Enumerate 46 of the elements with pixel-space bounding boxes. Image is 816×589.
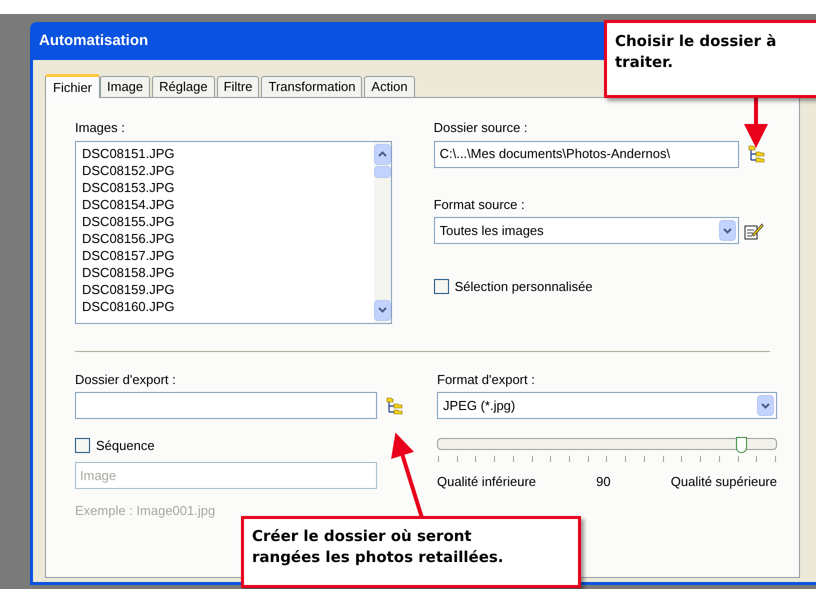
example-text: Exemple : Image001.jpg — [75, 502, 216, 520]
list-item[interactable]: DSC08159.JPG — [82, 280, 374, 298]
checkbox-label: Sélection personnalisée — [454, 278, 593, 296]
callout-text: Créer le dossier où seront rangées les photos retaillées. — [252, 526, 505, 568]
tab[interactable]: Réglage — [152, 76, 215, 97]
tab[interactable]: Action — [364, 76, 415, 97]
list-item[interactable]: DSC08158.JPG — [82, 264, 374, 280]
image-list[interactable]: DSC08151.JPG DSC08152.JPG DSC08153.JPG DSC08154.JPG DSC08155.JPG DSC08156.JPG DSC08157.JPG DSC08158.JPG DSC08159.JPG DSC08160.JPG — [75, 140, 392, 324]
folder-tree-icon[interactable] — [748, 145, 766, 163]
tab[interactable]: Transformation — [261, 76, 362, 97]
source-folder-field[interactable]: C:\...\Mes documents\Photos-Andernos\ — [434, 140, 739, 168]
slider-thumb[interactable] — [736, 437, 748, 453]
tab[interactable]: Fichier — [45, 74, 100, 98]
checkbox[interactable] — [75, 438, 90, 454]
export-folder-field[interactable] — [75, 392, 377, 419]
callout-text: Choisir le dossier à traiter. — [615, 31, 778, 73]
window-title: Automatisation — [39, 30, 148, 51]
list-item[interactable]: DSC08152.JPG — [82, 162, 374, 178]
list-item[interactable]: DSC08156.JPG — [82, 230, 374, 246]
scroll-up-icon[interactable] — [374, 144, 391, 164]
list-item[interactable]: DSC08154.JPG — [82, 196, 374, 212]
tab[interactable]: Filtre — [216, 76, 260, 97]
list-item[interactable]: DSC08153.JPG — [82, 178, 374, 196]
list-item[interactable]: DSC08151.JPG — [82, 144, 374, 162]
export-format-dropdown[interactable]: JPEG (*.jpg) — [437, 392, 777, 419]
tab[interactable]: Image — [100, 76, 150, 97]
folder-tree-icon[interactable] — [386, 396, 404, 414]
checkbox-label: Séquence — [96, 437, 155, 455]
list-item[interactable]: DSC08157.JPG — [82, 246, 374, 264]
list-item[interactable]: DSC08160.JPG — [82, 298, 374, 314]
field-label: Images : — [75, 119, 126, 137]
source-format-dropdown[interactable]: Toutes les images — [434, 217, 739, 244]
scroll-down-icon[interactable] — [374, 300, 391, 320]
checkbox[interactable] — [434, 279, 449, 294]
slider-min-label: Qualité inférieure — [437, 473, 536, 491]
slider-value: 90 — [596, 473, 611, 491]
field-label: Format source : — [434, 196, 526, 214]
scroll-thumb[interactable] — [374, 166, 391, 178]
field-label: Format d'export : — [437, 370, 536, 389]
field-label: Dossier source : — [434, 119, 529, 137]
slider-max-label: Qualité supérieure — [670, 473, 777, 491]
list-item[interactable]: DSC08155.JPG — [82, 212, 374, 230]
quality-slider[interactable] — [437, 438, 777, 450]
edit-icon[interactable] — [744, 222, 764, 240]
field-label: Dossier d'export : — [75, 370, 177, 389]
scrollbar[interactable] — [374, 142, 391, 322]
